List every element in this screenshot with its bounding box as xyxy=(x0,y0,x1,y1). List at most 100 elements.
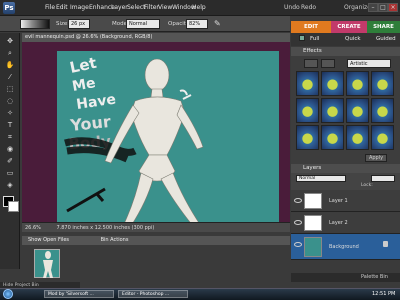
document-workspace: Let Me Have Your Body xyxy=(22,42,290,226)
mode-select[interactable]: Normal xyxy=(126,19,160,29)
bin-actions-menu[interactable]: Bin Actions xyxy=(101,237,129,243)
effect-thumbnail[interactable] xyxy=(371,71,394,96)
brush-tool-icon[interactable]: ✐ xyxy=(3,156,17,166)
visibility-eye-icon[interactable] xyxy=(294,242,302,247)
opacity-field[interactable]: 82% xyxy=(186,19,208,29)
eraser-tool-icon[interactable]: ▭ xyxy=(3,168,17,178)
layer-thumbnail xyxy=(304,237,322,257)
layer-styles-category-button[interactable] xyxy=(321,59,335,68)
magic-wand-tool-icon[interactable]: ✧ xyxy=(3,108,17,118)
palette-bin-toggle[interactable]: Palette Bin xyxy=(291,273,400,282)
brush-preview[interactable] xyxy=(20,19,50,29)
visibility-eye-icon[interactable] xyxy=(294,198,302,203)
canvas[interactable]: Let Me Have Your Body xyxy=(57,51,279,226)
project-bin xyxy=(22,245,290,282)
taskbar-item[interactable]: Editor - Photoshop ... xyxy=(118,290,188,298)
mannequin-artwork: Let Me Have Your Body xyxy=(64,54,204,226)
tab-share[interactable]: SHARE xyxy=(367,21,400,33)
effect-thumbnail[interactable] xyxy=(321,125,344,150)
effects-panel: Artistic Apply xyxy=(291,56,400,164)
close-icon[interactable]: × xyxy=(388,3,398,12)
lock-icon xyxy=(383,241,388,247)
layer-name: Layer 1 xyxy=(329,198,348,204)
blend-mode-select[interactable]: Normal xyxy=(296,175,346,182)
canvas-text-let: Let xyxy=(68,54,98,77)
photoshop-logo-icon: Ps xyxy=(3,2,15,14)
menu-view[interactable]: View xyxy=(158,4,172,11)
tab-quick[interactable]: Quick xyxy=(345,36,361,42)
lasso-tool-icon[interactable]: ◌ xyxy=(3,96,17,106)
tab-full[interactable]: Full xyxy=(310,36,319,42)
tab-edit[interactable]: EDIT xyxy=(291,21,331,33)
project-bin-header: Show Open Files Bin Actions xyxy=(22,236,290,245)
tab-create[interactable]: CREATE xyxy=(331,21,367,33)
effects-grid xyxy=(296,71,396,153)
effect-thumbnail[interactable] xyxy=(321,71,344,96)
document-title: evil mannequin.psd @ 26.6% (Background, … xyxy=(22,33,290,42)
redo-button[interactable]: Redo xyxy=(301,4,316,11)
layer-name: Background xyxy=(329,244,359,250)
effect-thumbnail[interactable] xyxy=(371,125,394,150)
hand-tool-icon[interactable]: ✋ xyxy=(3,60,17,70)
zoom-tool-icon[interactable]: ⌕ xyxy=(3,48,17,58)
menu-help[interactable]: Help xyxy=(192,4,206,11)
effect-thumbnail[interactable] xyxy=(321,98,344,123)
layers-panel-header[interactable]: Layers xyxy=(291,164,400,173)
red-eye-tool-icon[interactable]: ◉ xyxy=(3,144,17,154)
paint-bucket-tool-icon[interactable]: ◈ xyxy=(3,180,17,190)
minimize-icon[interactable]: – xyxy=(368,3,378,12)
marquee-tool-icon[interactable]: ⬚ xyxy=(3,84,17,94)
layer-row[interactable]: Layer 1 xyxy=(291,190,400,212)
effect-thumbnail[interactable] xyxy=(296,71,319,96)
lock-label: Lock: xyxy=(361,183,373,188)
menu-image[interactable]: Image xyxy=(70,4,89,11)
background-color-swatch[interactable] xyxy=(8,201,19,212)
menu-file[interactable]: File xyxy=(45,4,55,11)
layer-row-selected[interactable]: Background xyxy=(291,234,400,260)
maximize-icon[interactable]: □ xyxy=(378,3,388,12)
layer-thumbnail xyxy=(304,215,322,231)
taskbar-item[interactable]: Mod by 'Silversoft ... xyxy=(44,290,114,298)
effect-thumbnail[interactable] xyxy=(346,125,369,150)
layer-thumbnail xyxy=(304,193,322,209)
taskbar-clock: 12:51 PM xyxy=(372,291,396,297)
start-button-icon[interactable] xyxy=(3,289,13,299)
menu-select[interactable]: Select xyxy=(127,4,146,11)
effect-thumbnail[interactable] xyxy=(371,98,394,123)
move-tool-icon[interactable]: ✥ xyxy=(3,36,17,46)
size-field[interactable]: 26 px xyxy=(68,19,90,29)
canvas-text-have: Have xyxy=(75,92,117,113)
toolbox: ✥ ⌕ ✋ ⁄ ⬚ ◌ ✧ T ⌗ ◉ ✐ ▭ ◈ xyxy=(0,33,20,269)
airbrush-icon[interactable]: ✎ xyxy=(214,19,224,29)
layers-toolbar: Normal Lock: xyxy=(291,173,400,190)
apply-effect-button[interactable]: Apply xyxy=(365,154,387,162)
canvas-text-me: Me xyxy=(71,75,97,95)
effect-thumbnail[interactable] xyxy=(296,125,319,150)
show-open-files-select[interactable]: Show Open Files xyxy=(28,237,69,243)
layer-name: Layer 2 xyxy=(329,220,348,226)
open-file-thumbnail[interactable] xyxy=(34,249,60,278)
full-mode-icon xyxy=(299,35,305,41)
document-status-bar: 26.6% 7.870 inches x 12.500 inches (300 … xyxy=(22,222,290,232)
document-dimensions: 7.870 inches x 12.500 inches (300 ppi) xyxy=(56,225,155,231)
effect-thumbnail[interactable] xyxy=(296,98,319,123)
layer-row[interactable]: Layer 2 xyxy=(291,212,400,234)
menu-bar: Ps File Edit Image Enhance Layer Select … xyxy=(0,0,400,16)
type-tool-icon[interactable]: T xyxy=(3,120,17,130)
visibility-eye-icon[interactable] xyxy=(294,220,302,225)
effects-panel-header[interactable]: Effects xyxy=(291,47,400,56)
menu-edit[interactable]: Edit xyxy=(56,4,68,11)
effect-thumbnail[interactable] xyxy=(346,98,369,123)
effects-title: Effects xyxy=(303,48,322,54)
tab-guided[interactable]: Guided xyxy=(376,36,396,42)
filters-category-button[interactable] xyxy=(304,59,318,68)
menu-filter[interactable]: Filter xyxy=(144,4,159,11)
undo-button[interactable]: Undo xyxy=(284,4,300,11)
eyedropper-tool-icon[interactable]: ⁄ xyxy=(3,72,17,82)
effects-category-select[interactable]: Artistic xyxy=(347,59,391,68)
effect-thumbnail[interactable] xyxy=(346,71,369,96)
menu-layer[interactable]: Layer xyxy=(111,4,128,11)
crop-tool-icon[interactable]: ⌗ xyxy=(3,132,17,142)
layer-opacity-field[interactable] xyxy=(371,175,395,182)
zoom-level[interactable]: 26.6% xyxy=(25,225,41,231)
